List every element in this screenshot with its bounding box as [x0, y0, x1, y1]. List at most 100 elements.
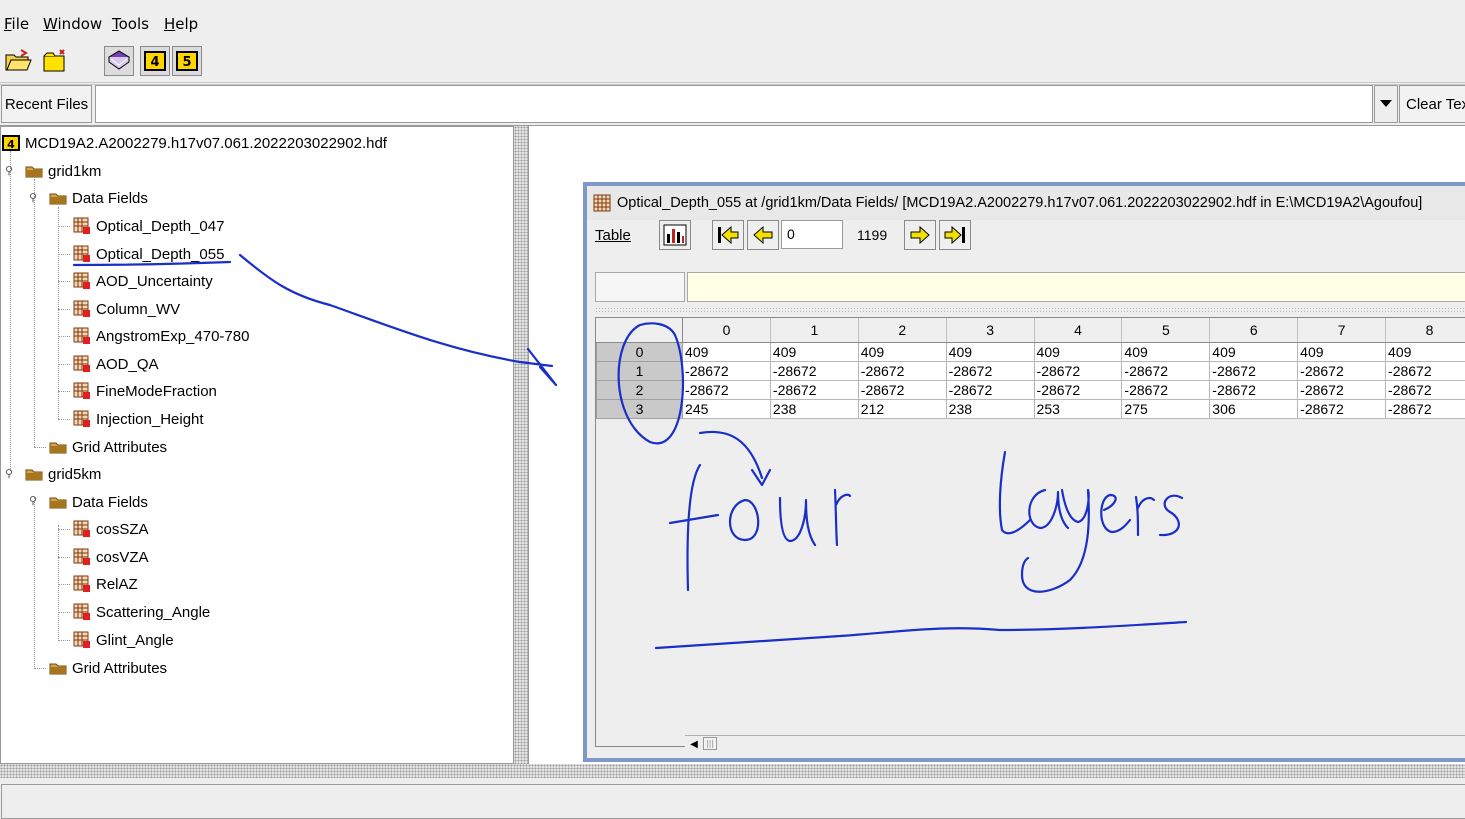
- table-cell[interactable]: 275: [1121, 398, 1211, 419]
- previous-page-button[interactable]: [747, 220, 779, 250]
- table-cell[interactable]: -28672: [1209, 360, 1299, 381]
- window-title-bar[interactable]: Optical_Depth_055 at /grid1km/Data Field…: [587, 186, 1465, 220]
- open-file-button[interactable]: [3, 46, 33, 76]
- next-page-button[interactable]: [904, 220, 936, 250]
- menu-file[interactable]: File: [4, 15, 29, 33]
- table-cell[interactable]: -28672: [1385, 379, 1465, 400]
- row-header[interactable]: 1: [596, 360, 684, 381]
- tree-root-file[interactable]: 4 MCD19A2.A2002279.h17v07.061.2022203022…: [2, 131, 387, 155]
- row-header[interactable]: 3: [596, 398, 684, 419]
- recent-files-button[interactable]: Recent Files: [1, 85, 92, 123]
- column-header[interactable]: 8: [1385, 318, 1465, 343]
- table-cell[interactable]: 409: [1209, 341, 1299, 362]
- table-cell[interactable]: 409: [1121, 341, 1211, 362]
- table-cell[interactable]: 306: [1209, 398, 1299, 419]
- tree-dataset[interactable]: Injection_Height: [73, 407, 204, 431]
- hdf5-button[interactable]: 5: [172, 46, 202, 76]
- row-header[interactable]: 0: [596, 341, 684, 362]
- chart-button[interactable]: [659, 220, 691, 250]
- table-cell[interactable]: -28672: [769, 360, 859, 381]
- table-cell[interactable]: -28672: [1121, 379, 1211, 400]
- column-header[interactable]: 6: [1209, 318, 1299, 343]
- table-cell[interactable]: -28672: [1033, 379, 1123, 400]
- table-cell[interactable]: 409: [945, 341, 1035, 362]
- table-cell[interactable]: -28672: [682, 379, 771, 400]
- tree-group-data-fields[interactable]: Data Fields: [49, 490, 148, 514]
- expand-toggle-icon[interactable]: ⚲: [29, 494, 37, 507]
- close-file-button[interactable]: [40, 46, 70, 76]
- table-cell[interactable]: -28672: [945, 379, 1035, 400]
- table-cell[interactable]: -28672: [1209, 379, 1299, 400]
- tree-dataset[interactable]: AngstromExp_470-780: [73, 324, 249, 348]
- table-cell[interactable]: 245: [682, 398, 771, 419]
- last-page-button[interactable]: [939, 220, 971, 250]
- tree-dataset[interactable]: Optical_Depth_047: [73, 214, 224, 238]
- table-cell[interactable]: 212: [857, 398, 947, 419]
- scroll-left-icon[interactable]: ◀: [685, 736, 703, 752]
- tree-dataset[interactable]: cosSZA: [73, 517, 149, 541]
- column-header[interactable]: 0: [682, 318, 771, 343]
- table-cell[interactable]: -28672: [857, 360, 947, 381]
- cell-value-field[interactable]: [687, 272, 1465, 302]
- first-page-button[interactable]: [712, 220, 744, 250]
- hdf4-button[interactable]: 4: [140, 46, 170, 76]
- table-cell[interactable]: -28672: [945, 360, 1035, 381]
- column-header[interactable]: 1: [770, 318, 859, 343]
- recent-files-input[interactable]: [95, 85, 1373, 123]
- expand-toggle-icon[interactable]: ⚲: [5, 164, 13, 177]
- table-cell[interactable]: -28672: [1297, 398, 1387, 419]
- tree-dataset[interactable]: Column_WV: [73, 297, 180, 321]
- table-menu[interactable]: Table: [595, 227, 631, 244]
- table-cell[interactable]: 409: [1033, 341, 1123, 362]
- recent-files-dropdown[interactable]: [1374, 85, 1398, 123]
- tree-group-data-fields[interactable]: Data Fields: [49, 186, 148, 210]
- table-cell[interactable]: -28672: [769, 379, 859, 400]
- page-input[interactable]: 0: [781, 220, 843, 249]
- table-cell[interactable]: -28672: [1297, 360, 1387, 381]
- table-cell[interactable]: 238: [945, 398, 1035, 419]
- table-cell[interactable]: -28672: [1033, 360, 1123, 381]
- table-cell[interactable]: 409: [1385, 341, 1465, 362]
- tree-dataset[interactable]: AOD_QA: [73, 352, 159, 376]
- table-cell[interactable]: 253: [1033, 398, 1123, 419]
- table-cell[interactable]: 238: [769, 398, 859, 419]
- table-cell[interactable]: -28672: [682, 360, 771, 381]
- column-header[interactable]: 7: [1297, 318, 1387, 343]
- vertical-splitter[interactable]: [514, 126, 528, 764]
- expand-toggle-icon[interactable]: ⚲: [29, 191, 37, 204]
- tree-dataset[interactable]: Glint_Angle: [73, 628, 174, 652]
- table-cell[interactable]: -28672: [1385, 360, 1465, 381]
- table-cell[interactable]: -28672: [1297, 379, 1387, 400]
- column-header[interactable]: 3: [946, 318, 1035, 343]
- expand-toggle-icon[interactable]: ⚲: [5, 467, 13, 480]
- tree-group-grid5km[interactable]: grid5km: [25, 462, 101, 486]
- table-cell[interactable]: -28672: [857, 379, 947, 400]
- row-header[interactable]: 2: [596, 379, 684, 400]
- tree-group-grid1km[interactable]: grid1km: [25, 159, 101, 183]
- tree-dataset[interactable]: AOD_Uncertainty: [73, 269, 213, 293]
- help-book-button[interactable]: [104, 46, 134, 76]
- menu-help[interactable]: Help: [164, 15, 198, 33]
- column-header[interactable]: 5: [1121, 318, 1211, 343]
- tree-dataset[interactable]: FineModeFraction: [73, 379, 217, 403]
- tree-group-grid-attributes[interactable]: Grid Attributes: [49, 435, 167, 459]
- tree-dataset[interactable]: Scattering_Angle: [73, 600, 210, 624]
- column-header[interactable]: 2: [858, 318, 947, 343]
- column-header[interactable]: 4: [1034, 318, 1123, 343]
- horizontal-splitter[interactable]: [0, 764, 1465, 778]
- tree-group-grid-attributes[interactable]: Grid Attributes: [49, 656, 167, 680]
- clear-text-button[interactable]: Clear Text: [1399, 85, 1465, 123]
- menu-window[interactable]: Window: [43, 15, 102, 33]
- cell-splitter[interactable]: [595, 307, 1465, 313]
- table-cell[interactable]: 409: [682, 341, 771, 362]
- table-cell[interactable]: -28672: [1385, 398, 1465, 419]
- tree-dataset[interactable]: RelAZ: [73, 572, 138, 596]
- table-cell[interactable]: 409: [769, 341, 859, 362]
- tree-dataset[interactable]: Optical_Depth_055: [73, 242, 224, 266]
- tree-dataset[interactable]: cosVZA: [73, 545, 149, 569]
- horizontal-scrollbar[interactable]: ◀ |||: [685, 735, 1465, 752]
- table-cell[interactable]: 409: [1297, 341, 1387, 362]
- table-cell[interactable]: 409: [857, 341, 947, 362]
- menu-tools[interactable]: Tools: [112, 15, 149, 33]
- table-cell[interactable]: -28672: [1121, 360, 1211, 381]
